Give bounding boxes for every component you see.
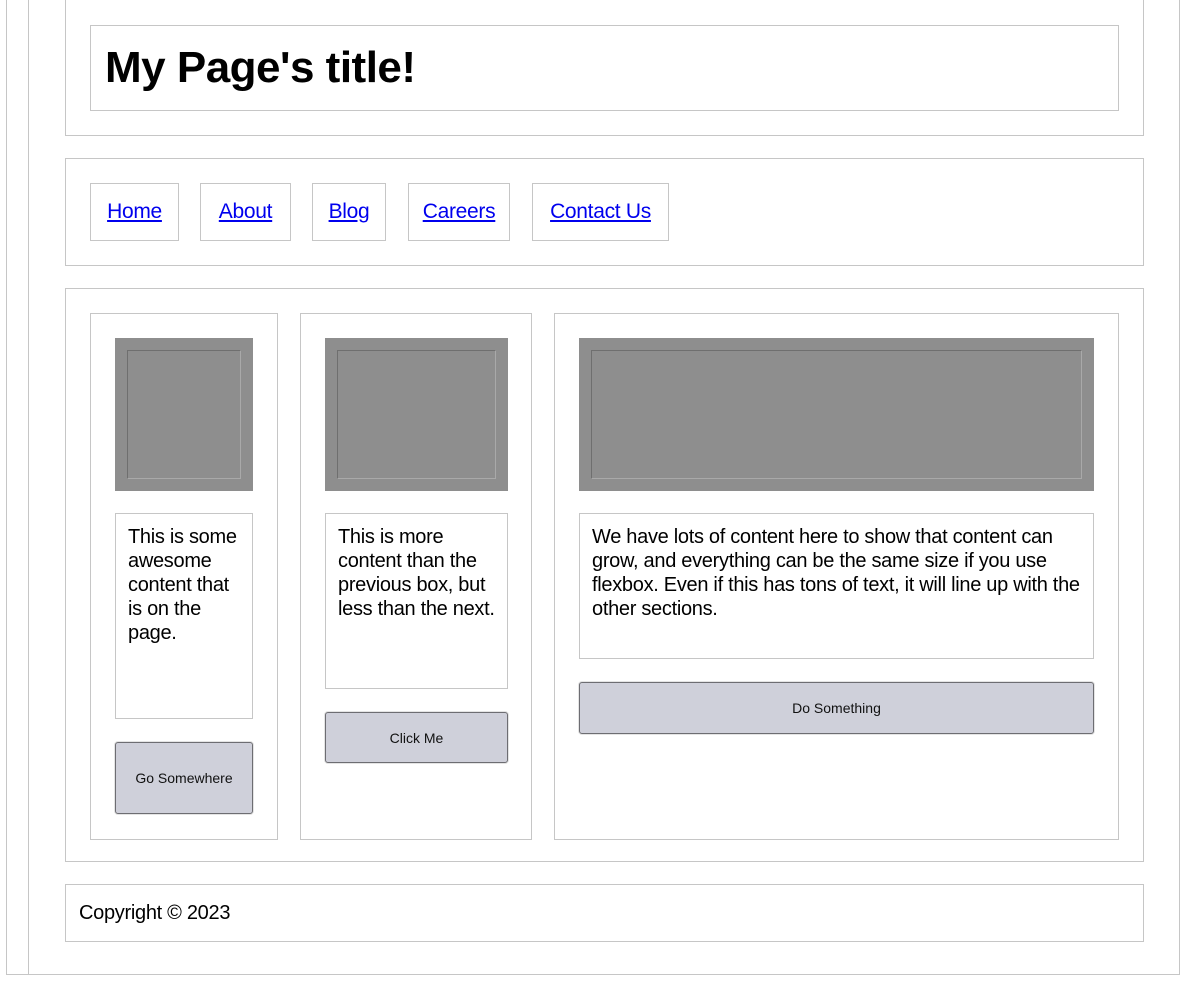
nav-item-contact-us: Contact Us xyxy=(532,183,669,241)
card-text: We have lots of content here to show tha… xyxy=(579,513,1094,659)
title-box: My Page's title! xyxy=(90,25,1119,111)
card-image-placeholder xyxy=(579,338,1094,491)
card: This is more content than the previous b… xyxy=(300,313,532,840)
nav-link-contact-us[interactable]: Contact Us xyxy=(550,200,651,224)
nav-link-home[interactable]: Home xyxy=(107,200,162,224)
card: This is some awesome content that is on … xyxy=(90,313,278,840)
image-frame xyxy=(591,350,1082,479)
image-frame xyxy=(337,350,496,479)
card-image-placeholder xyxy=(115,338,253,491)
click-me-button[interactable]: Click Me xyxy=(325,712,508,763)
copyright-text: Copyright © 2023 xyxy=(79,901,231,924)
footer-section: Copyright © 2023 xyxy=(65,884,1144,942)
card: We have lots of content here to show tha… xyxy=(554,313,1119,840)
card-text: This is some awesome content that is on … xyxy=(115,513,253,719)
nav-item-about: About xyxy=(200,183,291,241)
main-section: This is some awesome content that is on … xyxy=(65,288,1144,862)
do-something-button[interactable]: Do Something xyxy=(579,682,1094,734)
nav-item-home: Home xyxy=(90,183,179,241)
go-somewhere-button[interactable]: Go Somewhere xyxy=(115,742,253,814)
nav-link-blog[interactable]: Blog xyxy=(329,200,370,224)
nav-item-blog: Blog xyxy=(312,183,386,241)
header-section: My Page's title! xyxy=(65,0,1144,136)
card-image-placeholder xyxy=(325,338,508,491)
card-text: This is more content than the previous b… xyxy=(325,513,508,689)
nav-link-careers[interactable]: Careers xyxy=(423,200,496,224)
nav-section: Home About Blog Careers Contact Us xyxy=(65,158,1144,266)
page-frame-divider xyxy=(28,0,29,975)
image-frame xyxy=(127,350,241,479)
nav-item-careers: Careers xyxy=(408,183,510,241)
page-title: My Page's title! xyxy=(105,43,416,92)
nav-link-about[interactable]: About xyxy=(219,200,273,224)
